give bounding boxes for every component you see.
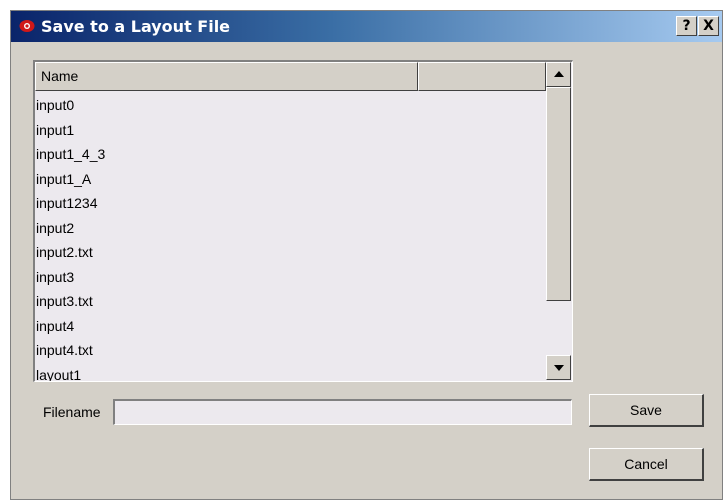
filename-label: Filename <box>43 404 101 420</box>
arrow-up-icon <box>554 71 564 77</box>
list-item[interactable]: input4.txt <box>35 338 546 363</box>
list-item[interactable]: input4 <box>35 314 546 339</box>
title-bar: Save to a Layout File ? X <box>11 11 722 42</box>
list-item[interactable]: layout1 <box>35 363 546 382</box>
scroll-thumb[interactable] <box>546 87 571 301</box>
window-title: Save to a Layout File <box>41 17 231 36</box>
list-item[interactable]: input1234 <box>35 191 546 216</box>
list-item[interactable]: input3.txt <box>35 289 546 314</box>
column-header-extra[interactable] <box>418 62 546 91</box>
close-button[interactable]: X <box>698 16 719 36</box>
list-item[interactable]: input0 <box>35 93 546 118</box>
list-item[interactable]: input1_4_3 <box>35 142 546 167</box>
list-item[interactable]: input1 <box>35 118 546 143</box>
column-header-name[interactable]: Name <box>35 62 418 91</box>
list-item[interactable]: input3 <box>35 265 546 290</box>
save-layout-dialog: Save to a Layout File ? X Name input0 in… <box>10 10 723 500</box>
list-item[interactable]: input1_A <box>35 167 546 192</box>
arrow-down-icon <box>554 365 564 371</box>
app-logo-icon <box>19 20 35 32</box>
list-item[interactable]: input2 <box>35 216 546 241</box>
file-list[interactable]: Name input0 input1 input1_4_3 input1_A i… <box>33 60 573 382</box>
cancel-button[interactable]: Cancel <box>589 448 704 481</box>
filename-input[interactable] <box>113 399 572 425</box>
scroll-down-button[interactable] <box>546 355 571 380</box>
list-item[interactable]: input2.txt <box>35 240 546 265</box>
scroll-up-button[interactable] <box>546 62 571 87</box>
vertical-scrollbar[interactable] <box>546 62 571 380</box>
list-header: Name <box>35 62 546 91</box>
help-button[interactable]: ? <box>676 16 697 36</box>
save-button[interactable]: Save <box>589 394 704 427</box>
